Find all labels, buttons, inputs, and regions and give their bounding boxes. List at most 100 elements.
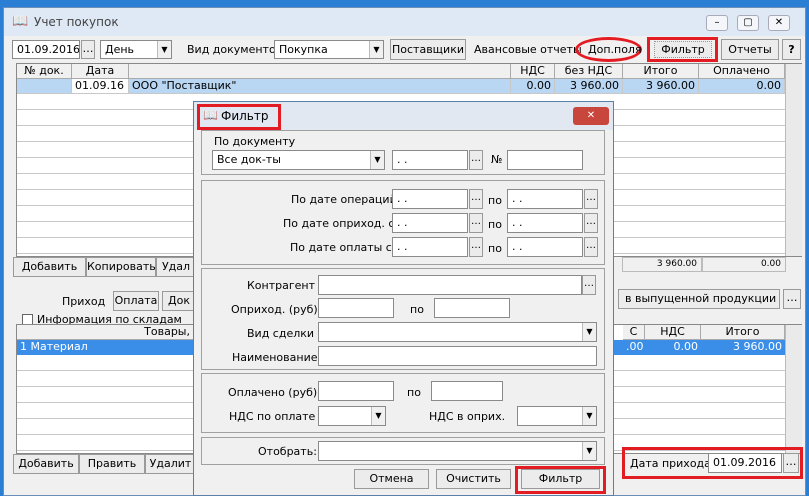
dialog-close-button[interactable]: ✕: [573, 107, 609, 125]
posted-sum-label: Оприход. (руб) с: [231, 303, 328, 316]
dialog-title: Фильтр: [221, 109, 269, 123]
paid-sum-from[interactable]: [318, 381, 394, 401]
column-header[interactable]: С: [623, 325, 645, 340]
column-header[interactable]: без НДС: [555, 64, 623, 79]
ops-date-from[interactable]: . .: [392, 189, 468, 209]
column-header[interactable]: Итого: [701, 325, 785, 340]
deal-type-select[interactable]: ▼: [318, 322, 597, 342]
vat-payment-select[interactable]: ▼: [318, 406, 386, 426]
arrival-date-to[interactable]: . .: [507, 213, 583, 233]
delete-item-button[interactable]: Удалит: [145, 454, 196, 474]
apply-filter-button[interactable]: Фильтр: [521, 469, 600, 489]
column-header[interactable]: № док.: [17, 64, 72, 79]
arrival-date-from[interactable]: . .: [392, 213, 468, 233]
column-header[interactable]: Итого: [623, 64, 699, 79]
doc-type-filter-select[interactable]: Все док-ты ▼: [212, 150, 385, 170]
help-button[interactable]: ?: [782, 39, 801, 60]
maximize-button[interactable]: ▢: [737, 15, 759, 31]
arrival-date-from-picker[interactable]: …: [469, 213, 483, 233]
doc-date-picker-button[interactable]: …: [469, 150, 483, 170]
to-label: по: [488, 194, 502, 207]
tab-advance-reports[interactable]: Авансовые отчеты: [474, 43, 582, 56]
select-field[interactable]: ▼: [318, 441, 597, 461]
chevron-down-icon: ▼: [157, 41, 171, 58]
table-cell: 1 Материал: [20, 340, 88, 353]
to-label: по: [410, 303, 424, 316]
book-icon: 📖: [12, 14, 29, 29]
copy-button[interactable]: Копировать: [86, 257, 156, 277]
add-item-button[interactable]: Добавить: [13, 454, 79, 474]
ops-date-from-picker[interactable]: …: [469, 189, 483, 209]
counterparty-picker[interactable]: …: [582, 275, 596, 295]
vat-payment-label: НДС по оплате: [229, 410, 316, 423]
column-header[interactable]: Товары,: [17, 325, 197, 340]
pay-date-from[interactable]: . .: [392, 237, 468, 257]
column-header[interactable]: [129, 64, 511, 79]
scrollbar[interactable]: [785, 64, 802, 256]
counterparty-field[interactable]: [318, 275, 582, 295]
column-header[interactable]: НДС: [511, 64, 555, 79]
cancel-button[interactable]: Отмена: [354, 469, 429, 489]
paid-sum-label: Оплачено (руб) с: [228, 386, 327, 399]
tab-filter[interactable]: Фильтр: [654, 41, 712, 58]
ops-date-label: По дате операций с: [291, 193, 407, 206]
posted-sum-to[interactable]: [434, 298, 510, 318]
tab-extra-fields[interactable]: Доп.поля: [588, 43, 642, 56]
arrival-date-label: Дата прихода: [630, 457, 711, 470]
table-cell: 0.00: [699, 79, 785, 94]
delete-button[interactable]: Удал: [156, 257, 196, 277]
pay-date-label: По дате оплаты с: [290, 241, 392, 254]
tab-reports[interactable]: Отчеты: [721, 39, 779, 60]
close-button[interactable]: ✕: [768, 15, 790, 31]
vat-posted-label: НДС в оприх.: [429, 410, 506, 423]
date-field[interactable]: 01.09.2016: [12, 40, 80, 59]
pay-date-to-picker[interactable]: …: [584, 237, 598, 257]
name-field[interactable]: [318, 346, 597, 366]
filter-dialog: 📖 Фильтр ✕ По документу Все док-ты ▼ . .…: [193, 101, 614, 496]
ops-date-to[interactable]: . .: [507, 189, 583, 209]
vat-posted-select[interactable]: ▼: [517, 406, 597, 426]
doc-number-field[interactable]: [507, 150, 583, 170]
posted-sum-from[interactable]: [318, 298, 394, 318]
counterparty-label: Контрагент: [247, 279, 316, 292]
pay-date-from-picker[interactable]: …: [469, 237, 483, 257]
edit-item-button[interactable]: Править: [79, 454, 145, 474]
doc-type-select[interactable]: Покупка ▼: [274, 40, 384, 59]
paid-sum-to[interactable]: [431, 381, 503, 401]
doc-type-value: Покупка: [279, 43, 328, 56]
scrollbar[interactable]: [785, 325, 802, 453]
table-cell: 3 960.00: [555, 79, 623, 94]
total-sum: 3 960.00: [622, 257, 702, 272]
clear-button[interactable]: Очистить: [436, 469, 511, 489]
pay-date-to[interactable]: . .: [507, 237, 583, 257]
ops-date-to-picker[interactable]: …: [584, 189, 598, 209]
table-row[interactable]: 01.09.16 ООО "Поставщик" 0.00 3 960.00 3…: [17, 79, 785, 94]
chevron-down-icon: ▼: [370, 151, 384, 169]
tab-suppliers[interactable]: Поставщики: [390, 39, 466, 60]
add-button[interactable]: Добавить: [13, 257, 86, 277]
tab-documents[interactable]: Док: [162, 291, 196, 311]
arrival-date-to-picker[interactable]: …: [584, 213, 598, 233]
to-label: по: [488, 218, 502, 231]
chevron-down-icon: ▼: [582, 407, 596, 425]
minimize-button[interactable]: –: [706, 15, 728, 31]
arrival-date-field[interactable]: 01.09.2016: [708, 453, 782, 473]
tab-arrival[interactable]: Приход: [62, 295, 105, 308]
chevron-down-icon: ▼: [371, 407, 385, 425]
tab-production[interactable]: в выпущенной продукции (прямы: [618, 289, 780, 309]
arrival-date-picker-button[interactable]: …: [783, 453, 799, 473]
column-header[interactable]: Оплачено: [699, 64, 785, 79]
production-more-button[interactable]: …: [783, 289, 801, 309]
period-select[interactable]: День ▼: [100, 40, 172, 59]
table-cell: 0.00: [673, 340, 699, 353]
date-picker-button[interactable]: …: [81, 40, 95, 59]
column-header[interactable]: Дата: [72, 64, 129, 79]
deal-type-label: Вид сделки: [247, 327, 315, 340]
doc-type-filter-value: Все док-ты: [217, 153, 281, 166]
column-header[interactable]: НДС: [645, 325, 701, 340]
doc-date-field[interactable]: . .: [392, 150, 468, 170]
tab-payment[interactable]: Оплата: [113, 291, 159, 311]
to-label: по: [488, 242, 502, 255]
table-cell: 01.09.16: [72, 79, 129, 94]
chevron-down-icon: ▼: [369, 41, 383, 58]
